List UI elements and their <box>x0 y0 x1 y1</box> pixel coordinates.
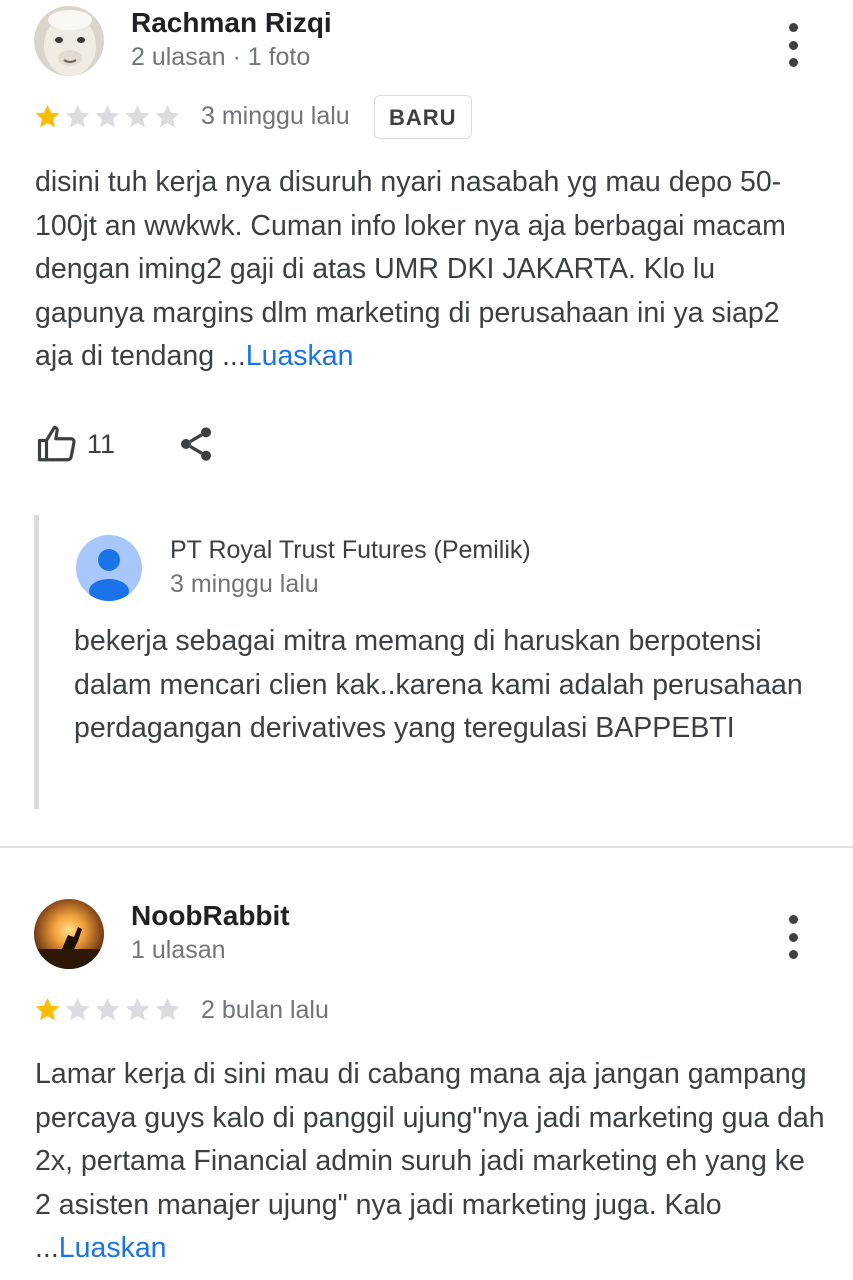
more-vert-icon[interactable] <box>783 23 803 67</box>
thumb-up-outline-icon <box>37 425 76 462</box>
star-empty-icon <box>125 105 150 128</box>
star-empty-icon <box>95 105 120 128</box>
expand-link[interactable]: Luaskan <box>59 1232 167 1264</box>
owner-name: PT Royal Trust Futures (Pemilik) <box>170 536 531 564</box>
review-text: disini tuh kerja nya disuruh nyari nasab… <box>35 161 825 379</box>
review-time: 3 minggu lalu <box>201 102 350 130</box>
person-icon <box>89 549 129 601</box>
owner-avatar <box>76 535 142 601</box>
star-filled-icon <box>35 105 60 128</box>
avatar[interactable] <box>34 6 104 76</box>
sunset-avatar-image <box>34 899 104 969</box>
alpaca-avatar-image <box>34 6 104 76</box>
review-text-content: disini tuh kerja nya disuruh nyari nasab… <box>35 166 786 372</box>
star-empty-icon <box>65 105 90 128</box>
star-rating <box>33 995 182 1024</box>
author-name[interactable]: Rachman Rizqi <box>131 7 332 39</box>
star-empty-icon <box>95 998 120 1021</box>
more-vert-icon[interactable] <box>783 915 803 959</box>
star-empty-icon <box>155 998 180 1021</box>
avatar[interactable] <box>34 899 104 969</box>
author-meta: 2 ulasan · 1 foto <box>131 43 311 71</box>
share-icon <box>181 427 211 461</box>
star-empty-icon <box>155 105 180 128</box>
share-button[interactable] <box>176 424 216 464</box>
like-count: 11 <box>87 429 116 459</box>
star-empty-icon <box>125 998 150 1021</box>
author-name[interactable]: NoobRabbit <box>131 900 290 932</box>
owner-reply-text: bekerja sebagai mitra memang di haruskan… <box>74 625 803 744</box>
review-divider <box>0 846 853 848</box>
review-time: 2 bulan lalu <box>201 996 329 1024</box>
star-filled-icon <box>35 998 60 1021</box>
new-badge: BARU <box>374 95 472 139</box>
expand-link[interactable]: Luaskan <box>246 340 354 372</box>
like-button[interactable] <box>36 423 78 465</box>
owner-reply-time: 3 minggu lalu <box>170 570 319 598</box>
author-meta: 1 ulasan <box>131 936 226 964</box>
star-rating <box>33 102 182 131</box>
star-empty-icon <box>65 998 90 1021</box>
owner-reply-bar <box>34 515 39 809</box>
review-text: Lamar kerja di sini mau di cabang mana a… <box>35 1053 825 1271</box>
